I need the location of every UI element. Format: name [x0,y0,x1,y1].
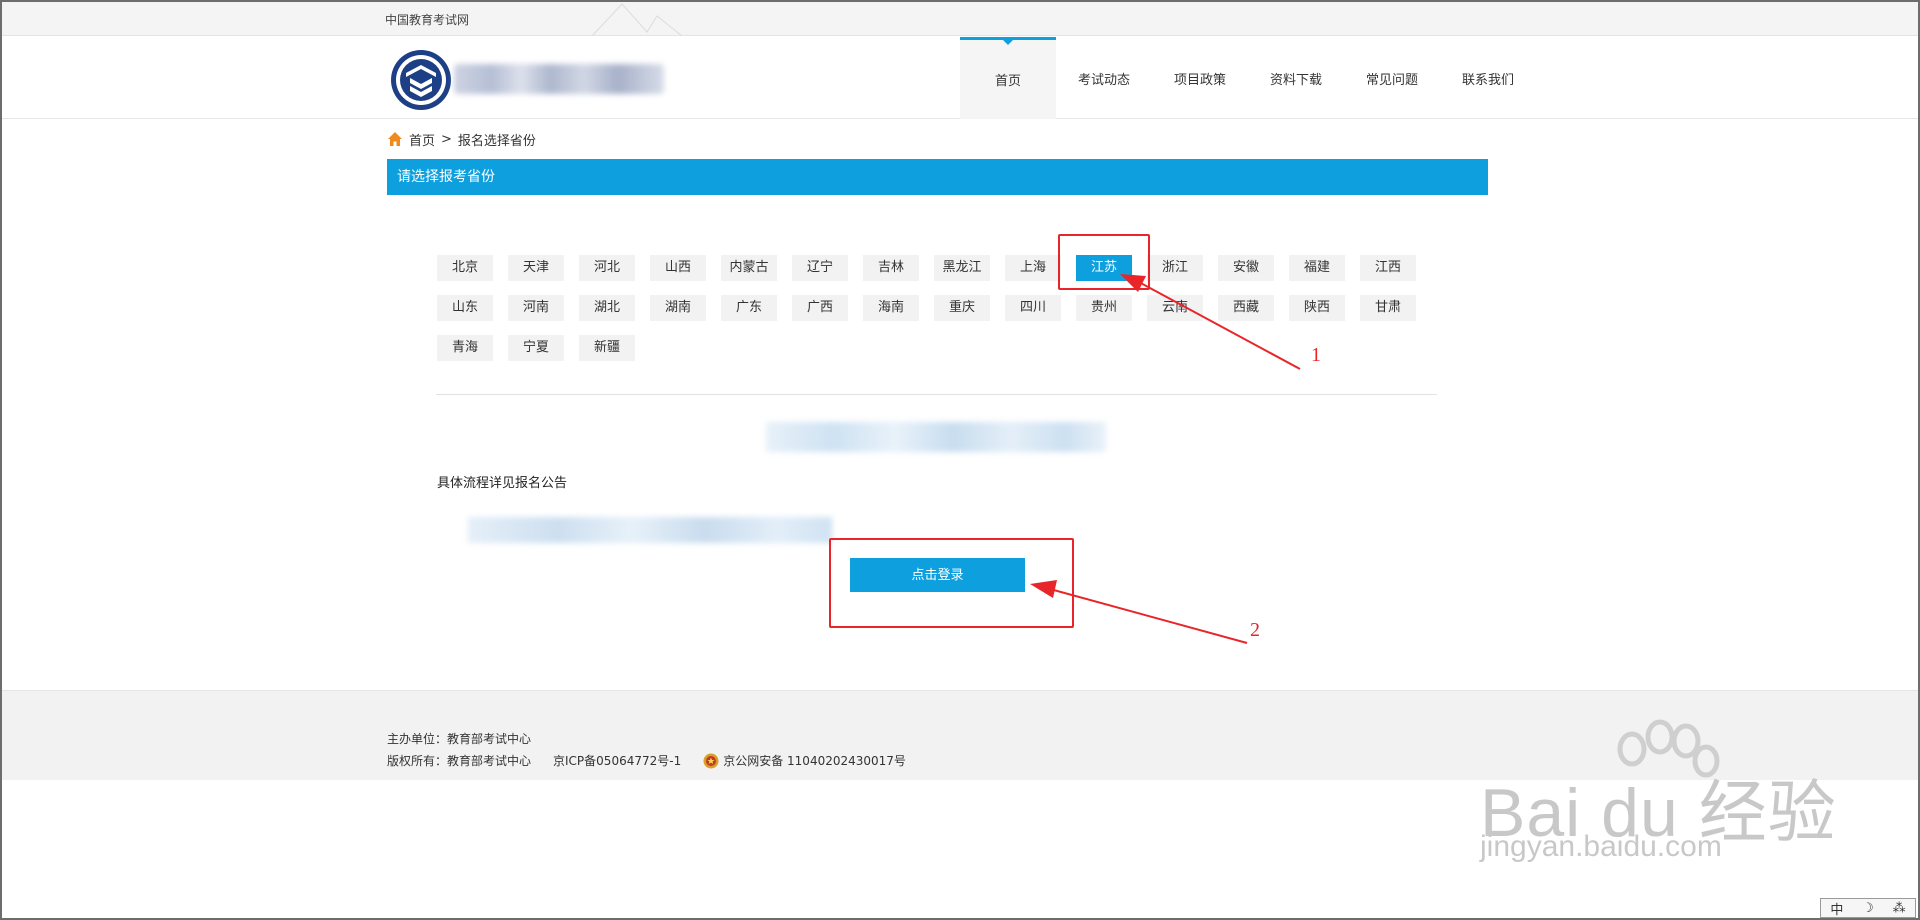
nav-label: 资料下载 [1269,72,1322,88]
footer-icp[interactable]: 京ICP备05064772号-1 [553,752,681,769]
province-button[interactable]: 广东 [721,295,777,321]
province-button[interactable]: 新疆 [579,335,635,361]
annotation-arrow-2 [1049,588,1248,644]
province-button[interactable]: 吉林 [863,255,919,281]
top-bar: 中国教育考试网 [2,2,1918,36]
breadcrumb-home[interactable]: 首页 [409,130,435,149]
ime-toolbar[interactable]: 中 ☽ ⁂ [1820,898,1916,918]
province-button[interactable]: 上海 [1005,255,1061,281]
ime-moon-icon[interactable]: ☽ [1862,901,1874,916]
footer-copyright: 版权所有：教育部考试中心 [387,754,532,768]
province-button[interactable]: 四川 [1005,295,1061,321]
province-button[interactable]: 江苏 [1076,255,1132,281]
footer-police[interactable]: 京公网安备 11040202430017号 [723,752,906,769]
blurred-text-line [468,517,832,543]
panel-title: 请选择报考省份 [387,159,1488,195]
nav-label: 联系我们 [1461,72,1514,88]
province-button[interactable]: 江西 [1360,255,1416,281]
province-button[interactable]: 陕西 [1289,295,1345,321]
province-button[interactable]: 安徽 [1218,255,1274,281]
breadcrumb-separator: > [441,131,452,147]
annotation-arrowhead-2 [1030,580,1057,598]
province-button[interactable]: 天津 [508,255,564,281]
section-divider [436,394,1437,395]
province-button[interactable]: 西藏 [1218,295,1274,321]
province-button[interactable]: 宁夏 [508,335,564,361]
nav-downloads[interactable]: 资料下载 [1248,37,1344,119]
nav-label: 首页 [994,74,1021,89]
footer-organizer: 主办单位：教育部考试中心 [387,732,532,746]
decorative-mountain [592,3,682,36]
province-button[interactable]: 山西 [650,255,706,281]
province-button[interactable]: 广西 [792,295,848,321]
province-button[interactable]: 河北 [579,255,635,281]
annotation-number-2: 2 [1250,619,1260,641]
breadcrumb: 首页 > 报名选择省份 [387,130,536,149]
province-button[interactable]: 湖南 [650,295,706,321]
province-button[interactable]: 海南 [863,295,919,321]
nav-exam-news[interactable]: 考试动态 [1056,37,1152,119]
province-button[interactable]: 云南 [1147,295,1203,321]
annotation-number-1: 1 [1311,344,1321,366]
province-button[interactable]: 河南 [508,295,564,321]
logo-text-blurred [454,64,664,94]
province-button[interactable]: 湖北 [579,295,635,321]
province-button[interactable]: 黑龙江 [934,255,990,281]
home-icon [388,132,402,146]
ime-lang[interactable]: 中 [1830,899,1843,918]
nav-home[interactable]: 首页 [960,37,1056,119]
active-caret [1003,40,1013,45]
nav-label: 考试动态 [1077,72,1130,88]
site-name[interactable]: 中国教育考试网 [385,11,469,28]
province-button[interactable]: 福建 [1289,255,1345,281]
main-nav: 首页 考试动态 项目政策 资料下载 常见问题 联系我们 [960,37,1536,119]
nav-label: 项目政策 [1173,72,1226,88]
nav-label: 常见问题 [1365,72,1418,88]
exam-center-logo[interactable] [390,49,452,111]
ime-punct-icon[interactable]: ⁂ [1893,901,1906,916]
nav-faq[interactable]: 常见问题 [1344,37,1440,119]
province-button[interactable]: 浙江 [1147,255,1203,281]
nav-contact[interactable]: 联系我们 [1440,37,1536,119]
province-button[interactable]: 贵州 [1076,295,1132,321]
footer-copyright-line: 版权所有：教育部考试中心 京ICP备05064772号-1 京公网安备 1104… [387,752,906,769]
process-note: 具体流程详见报名公告 [437,476,568,491]
province-button[interactable]: 北京 [437,255,493,281]
province-button[interactable]: 山东 [437,295,493,321]
header: 首页 考试动态 项目政策 资料下载 常见问题 联系我们 [2,37,1918,119]
watermark-url: jingyan.baidu.com [1480,830,1722,863]
province-button[interactable]: 青海 [437,335,493,361]
breadcrumb-current: 报名选择省份 [457,133,536,149]
province-button[interactable]: 甘肃 [1360,295,1416,321]
login-button[interactable]: 点击登录 [850,558,1025,592]
province-button[interactable]: 辽宁 [792,255,848,281]
police-badge-icon [703,753,719,768]
province-button[interactable]: 内蒙古 [721,255,777,281]
nav-policy[interactable]: 项目政策 [1152,37,1248,119]
province-button[interactable]: 重庆 [934,295,990,321]
footer-organizer-line: 主办单位：教育部考试中心 [387,730,531,747]
blurred-text-line [766,422,1106,452]
